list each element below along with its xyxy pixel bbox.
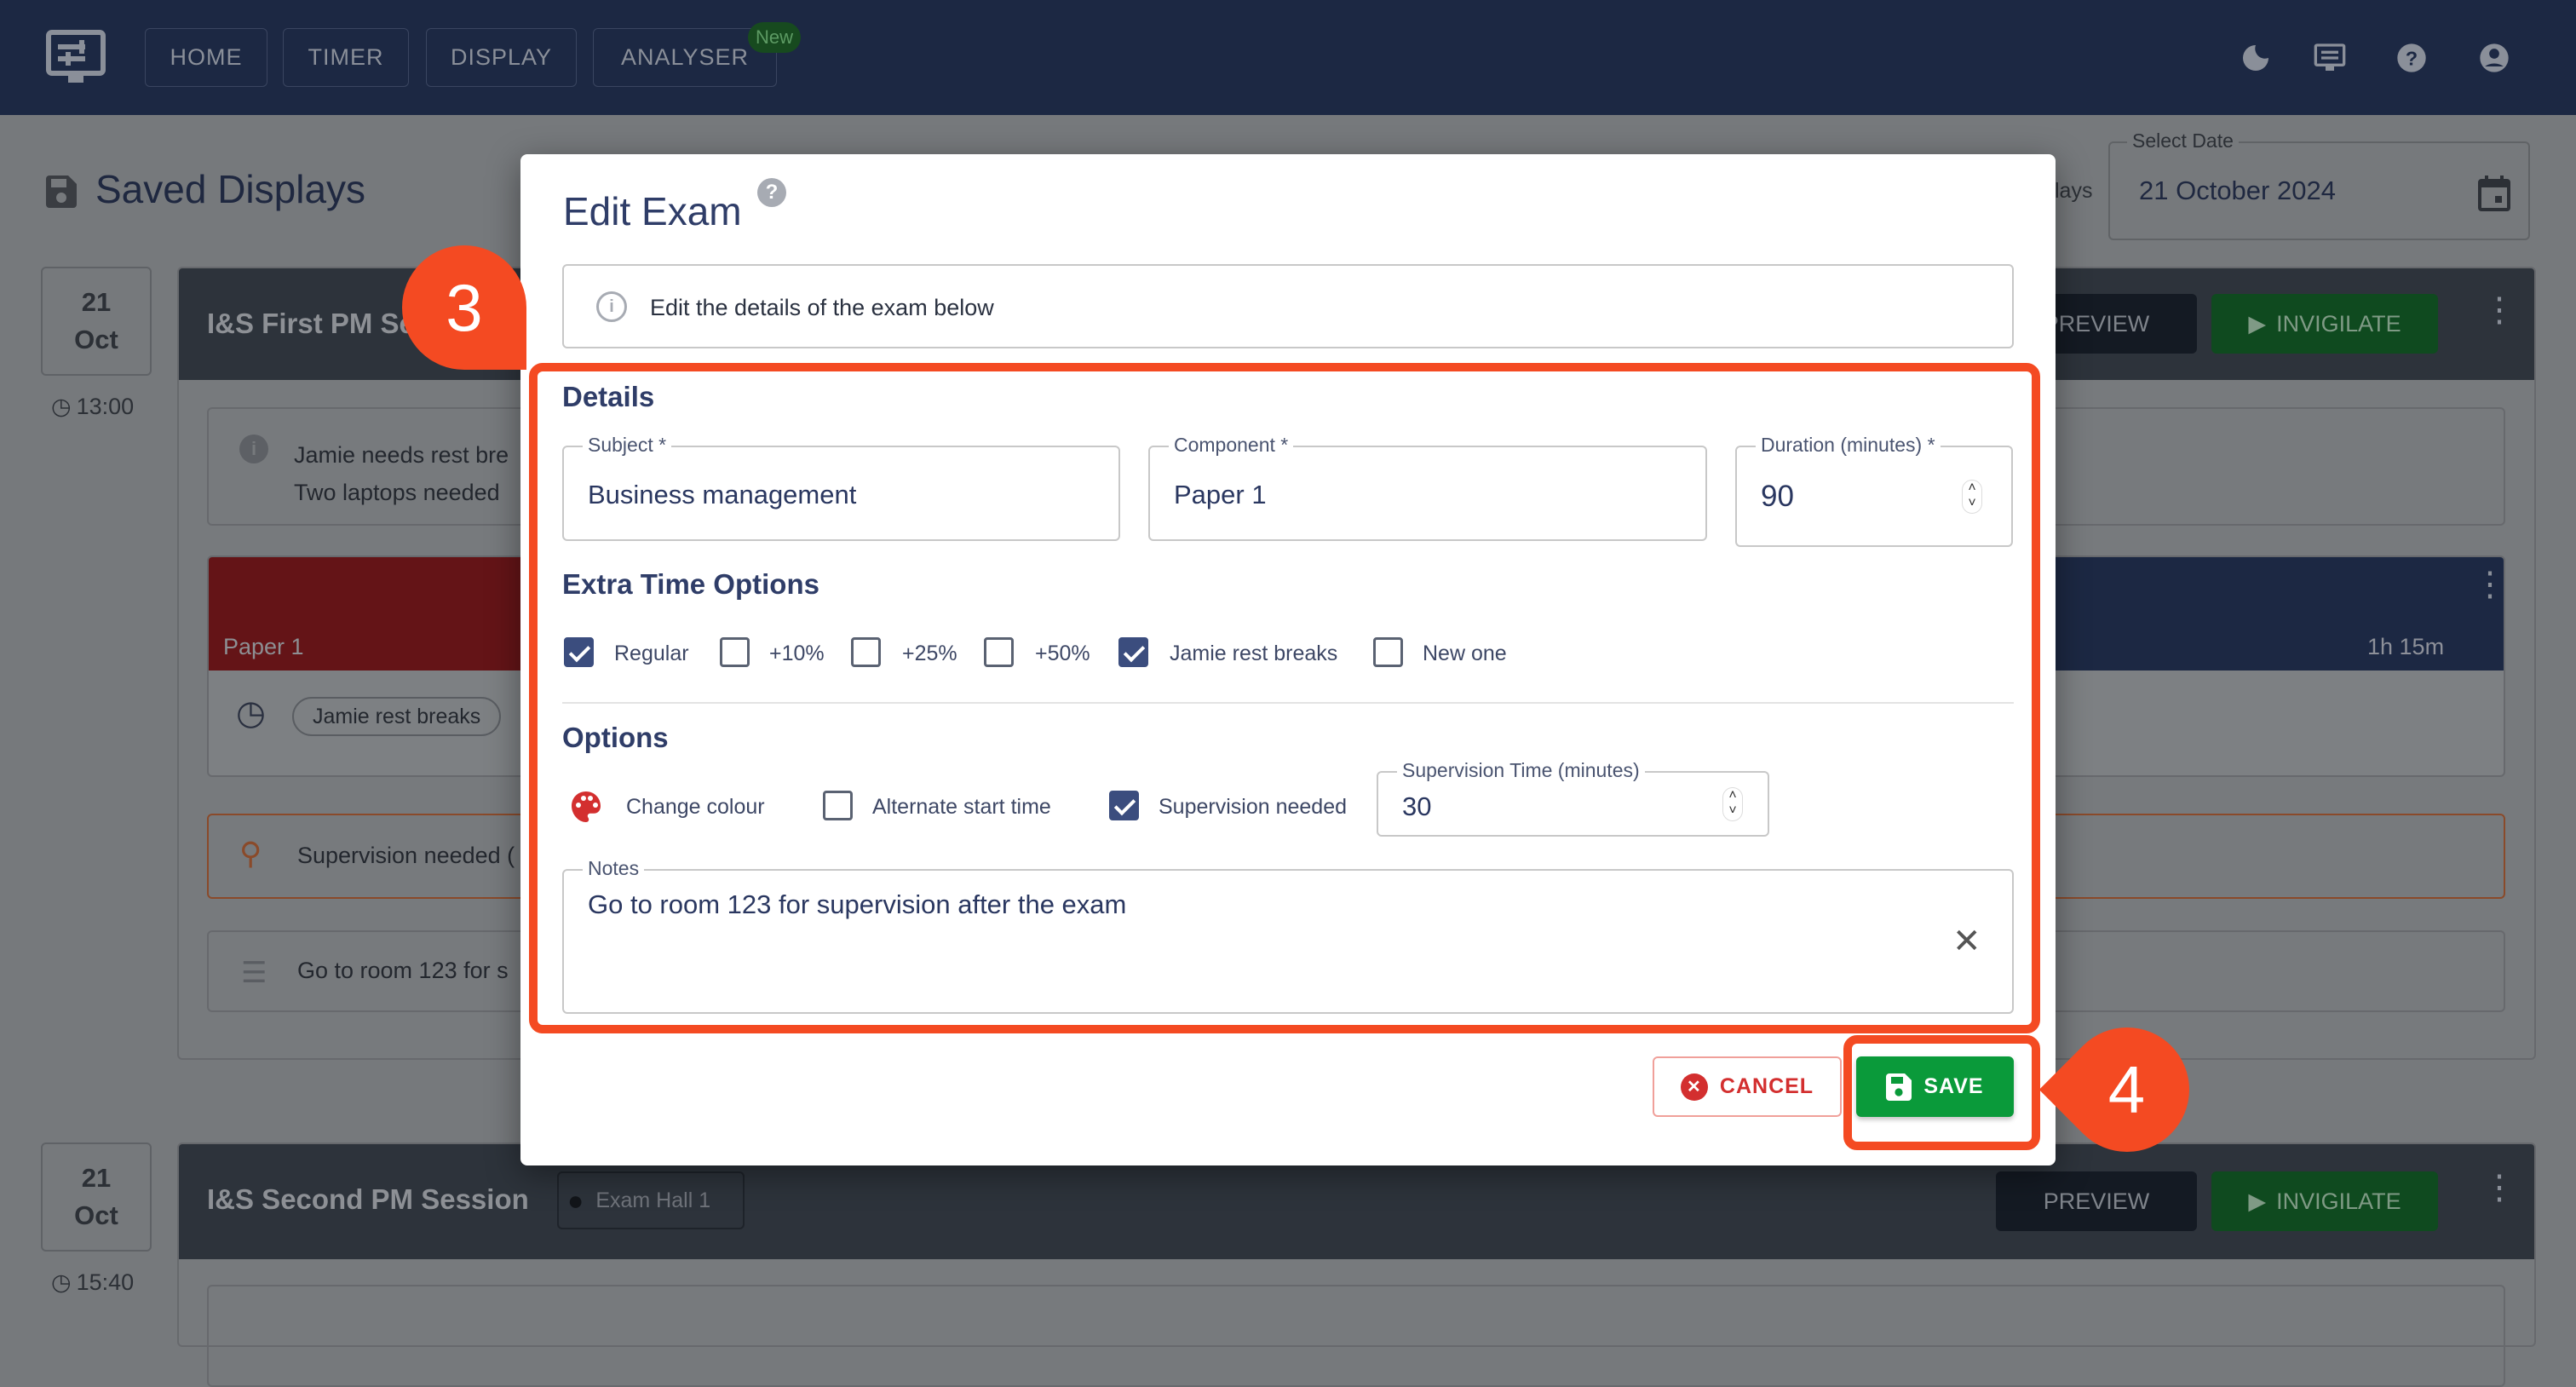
info-icon: i — [596, 291, 627, 322]
info-icon: i — [239, 435, 268, 463]
theme-moon-icon[interactable] — [2239, 41, 2273, 75]
partial-label: lays — [2055, 179, 2093, 203]
display-icon[interactable] — [2313, 41, 2347, 75]
cancel-label: CANCEL — [1719, 1074, 1814, 1098]
invigilate-label: INVIGILATE — [2276, 310, 2401, 337]
session-date-box: 21 Oct — [41, 1142, 152, 1252]
extra-time-clock-icon: ◷ — [236, 694, 266, 732]
page-title: Saved Displays — [95, 167, 366, 211]
nav-display[interactable]: DISPLAY — [426, 28, 577, 87]
nav-timer[interactable]: TIMER — [283, 28, 409, 87]
play-icon: ▶ — [2248, 1188, 2267, 1214]
location-chip: ● Exam Hall 1 — [557, 1171, 745, 1229]
dialog-title: Edit Exam — [563, 189, 742, 233]
session-card: I&S Second PM Session ● Exam Hall 1 PREVI… — [177, 1142, 2536, 1387]
select-date-label: Select Date — [2127, 129, 2239, 153]
session-time: ◷ 13:00 — [51, 394, 134, 420]
note-line: Two laptops needed — [294, 480, 500, 505]
top-navbar: HOME TIMER DISPLAY ANALYSER New ? — [0, 0, 2576, 115]
session-title: I&S Second PM Session — [207, 1183, 529, 1215]
calendar-icon[interactable] — [2478, 176, 2510, 211]
session-day: 21 — [81, 1163, 112, 1193]
session-day: 21 — [81, 287, 112, 317]
session-time-value: 15:40 — [76, 1269, 135, 1295]
exam-duration: 1h 15m — [2367, 634, 2445, 659]
clock-icon: ◷ — [51, 394, 72, 419]
step3-number: 3 — [446, 269, 483, 345]
session-note: Jamie needs rest bre Two laptops needed — [294, 436, 509, 511]
exam-component: Paper 1 — [223, 634, 304, 659]
notes-text: Go to room 123 for s — [297, 958, 509, 983]
location-label: Exam Hall 1 — [595, 1188, 711, 1212]
step4-highlight — [1843, 1035, 2040, 1150]
info-banner: i Edit the details of the exam below — [562, 264, 2014, 348]
info-text: Edit the details of the exam below — [650, 295, 994, 320]
clock-icon: ◷ — [51, 1269, 72, 1295]
preview-label: PREVIEW — [2043, 310, 2150, 337]
new-badge: New — [748, 22, 801, 53]
invigilate-button[interactable]: ▶ INVIGILATE — [2211, 294, 2438, 354]
extra-time-chip: Jamie rest breaks — [292, 697, 502, 736]
select-date-field[interactable]: Select Date 21 October 2024 — [2108, 129, 2530, 240]
help-icon[interactable]: ? — [2395, 41, 2429, 75]
session-notes-box — [207, 1285, 2505, 1387]
session-time: ◷ 15:40 — [51, 1269, 134, 1296]
more-options-icon[interactable]: ⋮ — [2482, 1171, 2516, 1205]
cancel-button[interactable]: ✕ CANCEL — [1653, 1056, 1842, 1117]
select-date-value: 21 October 2024 — [2139, 176, 2336, 205]
session-title: I&S First PM Se — [207, 308, 415, 339]
invigilate-button[interactable]: ▶ INVIGILATE — [2211, 1171, 2438, 1231]
session-time-value: 13:00 — [76, 394, 135, 419]
step3-highlight — [529, 363, 2040, 1033]
more-options-icon[interactable]: ⋮ — [2482, 293, 2516, 327]
save-icon — [46, 176, 77, 208]
location-pin-icon: ● — [567, 1184, 584, 1216]
note-line: Jamie needs rest bre — [294, 442, 509, 468]
svg-text:?: ? — [2406, 47, 2418, 69]
nav-home[interactable]: HOME — [145, 28, 267, 87]
step3-marker: 3 — [402, 245, 526, 370]
supervision-text: Supervision needed ( — [297, 843, 515, 868]
play-icon: ▶ — [2248, 310, 2267, 337]
invigilate-label: INVIGILATE — [2276, 1188, 2401, 1214]
exam-more-icon[interactable]: ⋮ — [2473, 567, 2504, 601]
preview-label: PREVIEW — [2043, 1188, 2150, 1214]
app-logo-icon[interactable] — [46, 30, 106, 86]
help-icon[interactable]: ? — [757, 178, 786, 207]
session-month: Oct — [74, 1200, 118, 1230]
step4-number: 4 — [2108, 1051, 2146, 1127]
session-month: Oct — [74, 325, 118, 354]
preview-button[interactable]: PREVIEW — [1996, 1171, 2197, 1231]
supervision-search-icon: ⚲ — [239, 836, 262, 871]
session-date-box: 21 Oct — [41, 267, 152, 376]
cancel-icon: ✕ — [1680, 1073, 1708, 1101]
notes-lines-icon: ☰ — [241, 957, 267, 989]
account-icon[interactable] — [2477, 41, 2511, 75]
